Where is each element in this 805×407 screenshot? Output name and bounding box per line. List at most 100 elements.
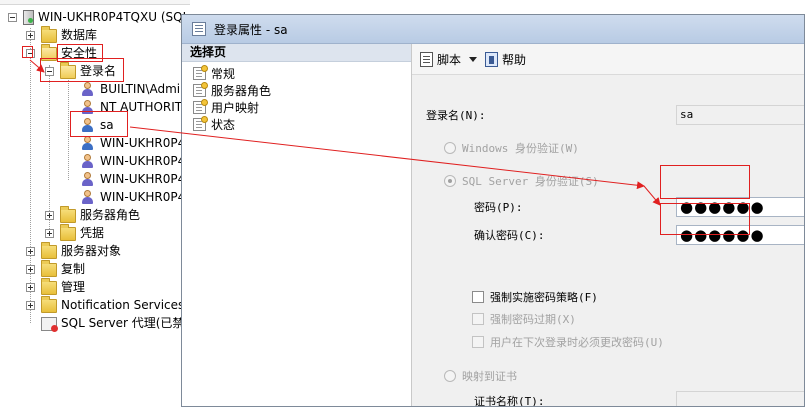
password-field[interactable]: ●●●●●●: [676, 197, 804, 217]
script-button[interactable]: 脚本: [420, 48, 461, 70]
folder-icon: [60, 223, 76, 241]
collapse-icon[interactable]: [8, 13, 17, 22]
cert-name-field[interactable]: [676, 391, 804, 406]
management-label: 管理: [61, 280, 86, 294]
tree-node-databases[interactable]: 数据库: [26, 25, 98, 44]
windows-auth-radio[interactable]: [444, 142, 456, 154]
confirm-password-row: 确认密码(C):: [474, 224, 545, 246]
sql-auth-radio[interactable]: [444, 175, 456, 187]
folder-open-icon: [60, 61, 76, 79]
sql-agent-label: SQL Server 代理(已禁用: [61, 316, 190, 330]
folder-icon: [41, 25, 57, 43]
page-label: 服务器角色: [211, 84, 272, 98]
folder-icon: [41, 259, 57, 277]
windows-auth-row[interactable]: Windows 身份验证(W): [444, 137, 579, 159]
sql-auth-row[interactable]: SQL Server 身份验证(S): [444, 170, 599, 192]
page-server-roles[interactable]: 服务器角色: [182, 82, 411, 99]
login-item-sa[interactable]: sa: [80, 117, 114, 134]
tree-node-management[interactable]: 管理: [26, 277, 86, 296]
script-label: 脚本: [437, 52, 462, 67]
login-name-label: 登录名(N):: [426, 109, 486, 122]
enforce-policy-checkbox[interactable]: [472, 291, 484, 303]
sql-agent-icon: [41, 316, 58, 332]
cert-name-row: 证书名称(T):: [474, 390, 545, 407]
page-icon: [193, 65, 208, 80]
login-item[interactable]: WIN-UKHR0P4T: [80, 153, 190, 170]
server-roles-label: 服务器角色: [80, 208, 141, 222]
enforce-expiration-row[interactable]: 强制密码过期(X): [472, 308, 576, 330]
login-item[interactable]: WIN-UKHR0P4T: [80, 135, 190, 152]
tree-node-security[interactable]: 安全性: [26, 43, 98, 62]
general-page-content: 脚本 帮助 登录名(N): sa Windows 身份验证(W) SQL Ser…: [412, 44, 804, 406]
page-label: 用户映射: [211, 101, 260, 115]
must-change-row[interactable]: 用户在下次登录时必须更改密码(U): [472, 331, 664, 353]
replication-label: 复制: [61, 262, 86, 276]
tree-node-replication[interactable]: 复制: [26, 259, 86, 278]
dialog-titlebar[interactable]: 登录属性 - sa: [182, 15, 804, 44]
map-cert-radio[interactable]: [444, 370, 456, 382]
folder-icon: [41, 277, 57, 295]
security-label: 安全性: [61, 46, 98, 60]
map-cert-row[interactable]: 映射到证书: [444, 365, 517, 387]
tree-node-server-roles[interactable]: 服务器角色: [45, 205, 141, 224]
tree-node-server[interactable]: WIN-UKHR0P4TQXU (SQL: [8, 9, 189, 26]
credentials-label: 凭据: [80, 226, 105, 240]
enforce-expiration-label: 强制密码过期(X): [490, 313, 576, 326]
object-explorer: WIN-UKHR0P4TQXU (SQL 数据库 安全性 登录名 BUILTIN…: [0, 0, 190, 407]
tree-node-credentials[interactable]: 凭据: [45, 223, 105, 242]
expand-icon[interactable]: [26, 247, 35, 256]
login-item-label: BUILTIN\Admin: [100, 82, 188, 96]
logins-label: 登录名: [80, 64, 117, 78]
login-group-icon: [80, 172, 96, 187]
tree-node-server-objects[interactable]: 服务器对象: [26, 241, 122, 260]
login-user-icon: [80, 136, 96, 151]
explorer-top-edge: [0, 0, 190, 5]
folder-icon: [41, 295, 57, 313]
must-change-checkbox[interactable]: [472, 336, 484, 348]
script-icon: [420, 51, 433, 67]
login-item[interactable]: BUILTIN\Admin: [80, 81, 188, 98]
login-item-label: WIN-UKHR0P4T: [100, 136, 190, 150]
databases-label: 数据库: [61, 28, 98, 42]
dialog-title: 登录属性 - sa: [214, 22, 288, 37]
login-item-label: WIN-UKHR0P4T: [100, 154, 190, 168]
script-dropdown-icon[interactable]: [469, 56, 478, 62]
tree-node-sql-agent[interactable]: SQL Server 代理(已禁用: [41, 315, 190, 332]
page-general[interactable]: 常规: [182, 65, 411, 82]
notification-services-label: Notification Services: [61, 298, 185, 312]
expand-icon[interactable]: [26, 301, 35, 310]
login-item-label: WIN-UKHR0P4T: [100, 190, 190, 204]
expand-icon[interactable]: [26, 265, 35, 274]
expand-icon[interactable]: [45, 211, 54, 220]
page-icon: [193, 82, 208, 97]
page-status[interactable]: 状态: [182, 116, 411, 133]
server-icon: [23, 10, 34, 25]
enforce-policy-row[interactable]: 强制实施密码策略(F): [472, 286, 598, 308]
windows-auth-label: Windows 身份验证(W): [462, 142, 579, 155]
login-item[interactable]: NT AUTHORITY: [80, 99, 189, 116]
login-item[interactable]: WIN-UKHR0P4T: [80, 189, 190, 206]
page-user-mapping[interactable]: 用户映射: [182, 99, 411, 116]
folder-icon: [60, 205, 76, 223]
login-group-icon: [80, 154, 96, 169]
login-name-field[interactable]: sa: [676, 105, 804, 125]
tree-node-notification-services[interactable]: Notification Services: [26, 295, 185, 314]
login-item-label: WIN-UKHR0P4T: [100, 172, 190, 186]
collapse-icon[interactable]: [45, 67, 54, 76]
expand-icon[interactable]: [26, 283, 35, 292]
confirm-password-field[interactable]: ●●●●●●: [676, 225, 804, 245]
help-button[interactable]: 帮助: [485, 48, 526, 70]
tree-node-logins[interactable]: 登录名: [45, 61, 117, 80]
enforce-expiration-checkbox[interactable]: [472, 313, 484, 325]
expand-icon[interactable]: [45, 229, 54, 238]
cert-name-label: 证书名称(T):: [474, 395, 545, 407]
collapse-icon[interactable]: [26, 49, 35, 58]
login-item[interactable]: WIN-UKHR0P4T: [80, 171, 190, 188]
server-objects-label: 服务器对象: [61, 244, 122, 258]
sql-auth-label: SQL Server 身份验证(S): [462, 175, 599, 188]
confirm-password-label: 确认密码(C):: [474, 229, 545, 242]
expand-icon[interactable]: [26, 31, 35, 40]
select-page-pane: 选择页 常规 服务器角色 用户映射 状态: [182, 44, 412, 406]
select-page-header: 选择页: [182, 44, 411, 62]
map-cert-label: 映射到证书: [462, 370, 517, 383]
